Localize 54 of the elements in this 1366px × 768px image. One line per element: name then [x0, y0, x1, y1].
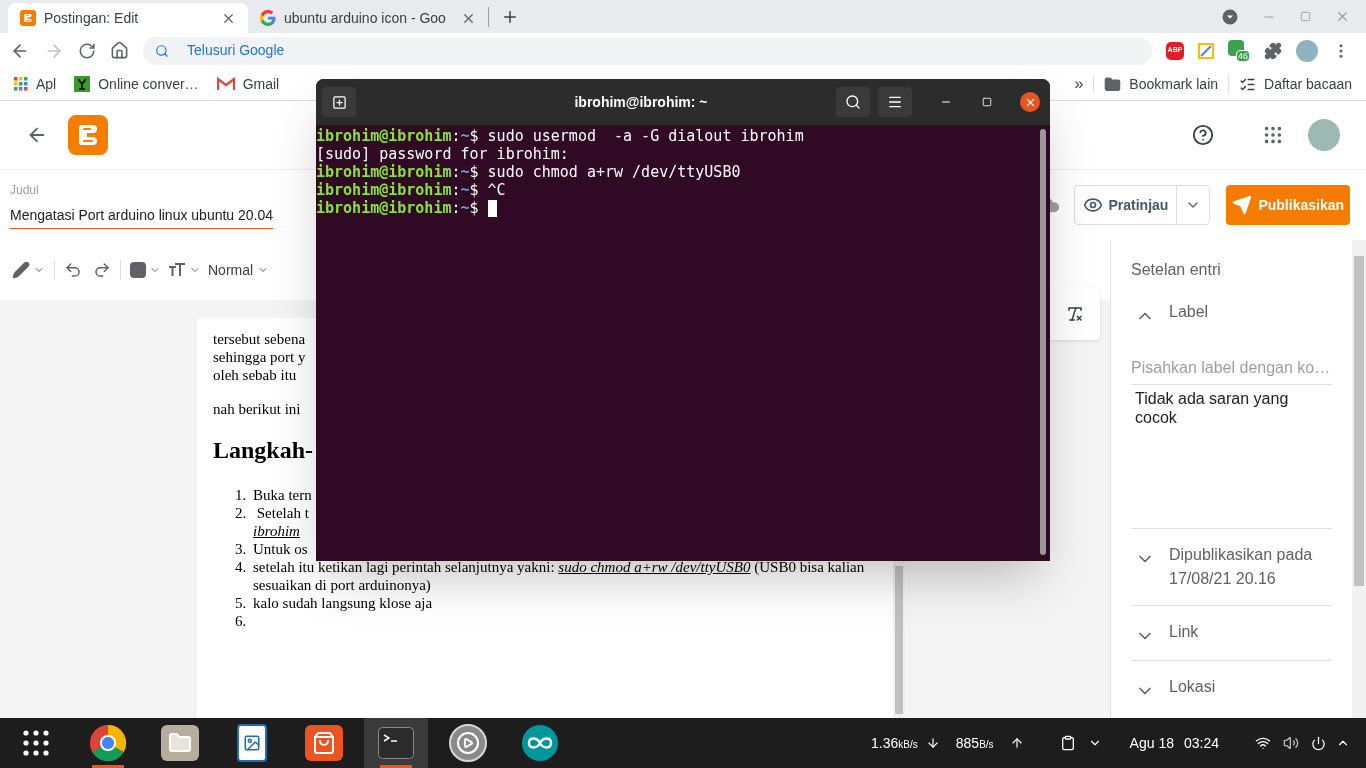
section-title: Dipublikasikan pada — [1169, 545, 1313, 565]
terminal-line: ibrohim@ibrohim:~$ sudo chmod a+rw /dev/ttyUSB0 — [316, 163, 741, 181]
bookmark-item[interactable]: Gmail — [216, 73, 280, 95]
step-text: Buka tern — [253, 486, 312, 504]
step-text: Untuk os — [253, 540, 308, 558]
paragraph-text: nah berikut ini — [213, 400, 301, 418]
address-input[interactable]: Telusuri Google — [187, 40, 1140, 61]
download-speed: 1.36kB/s — [871, 733, 918, 753]
step-number: 3. — [235, 540, 248, 558]
paragraph-text: oleh sebab itu — [213, 366, 297, 384]
section-title: Label — [1169, 302, 1209, 322]
clock-time[interactable]: 03:24 — [1183, 732, 1219, 754]
tab-title: ubuntu arduino icon - Goo — [284, 8, 447, 28]
browser-tab[interactable]: Postingan: Edit — [8, 3, 248, 33]
step-link[interactable]: ibrohim — [253, 523, 300, 539]
step-text: setelah itu ketikan lagi perintah selanjutnya yakni: sudo chmod a+rw /dev/ttyUSB0 (USB0 bisa kalian sesuaikan di port arduinonya) — [253, 558, 866, 594]
no-suggestions-message: Tidak ada saran yang cocok — [1134, 389, 1290, 427]
section-detail: 17/08/21 20.16 — [1169, 569, 1277, 589]
section-title: Link — [1169, 622, 1199, 642]
paragraph-style-dropdown[interactable]: Normal — [208, 259, 270, 281]
paragraph-text: tersebut sebena — [213, 330, 306, 348]
bookmark-item[interactable]: Online conver… — [74, 73, 199, 95]
section-heading: Langkah- — [213, 436, 314, 464]
bookmarks-overflow[interactable]: » — [1074, 72, 1084, 96]
sidebar-title: Setelan entri — [1131, 260, 1222, 280]
paragraph-text: sehingga port y — [213, 348, 306, 366]
label-input[interactable]: Pisahkan label dengan ko… — [1131, 356, 1332, 385]
settings-section-header[interactable]: Lokasi — [1131, 661, 1332, 715]
settings-section-header[interactable]: Dipublikasikan pada 17/08/21 20.16 — [1131, 529, 1332, 605]
upload-speed: 885B/s — [955, 733, 994, 753]
terminal-line: ibrohim@ibrohim:~$ sudo usermod -a -G dialout ibrohim — [316, 127, 804, 145]
tab-title: Postingan: Edit — [44, 8, 140, 28]
step-number: 4. — [235, 558, 248, 577]
step-text: Setelah t ibrohim — [253, 504, 309, 540]
reading-list[interactable]: Daftar bacaan — [1239, 73, 1352, 95]
bookmark-item[interactable]: Apl — [14, 73, 57, 95]
clock-date[interactable]: Agu 18 — [1129, 732, 1174, 754]
address-bar[interactable]: Telusuri Google — [143, 36, 1152, 65]
browser-tab[interactable]: ubuntu arduino icon - Goo — [248, 3, 488, 33]
title-field[interactable]: Mengatasi Port arduino linux ubuntu 20.04 — [10, 205, 274, 229]
step-number: 1. — [235, 486, 248, 504]
settings-section-header[interactable]: Label — [1131, 294, 1332, 332]
settings-section-header[interactable]: Link — [1131, 606, 1332, 660]
step-number: 6. — [235, 612, 248, 630]
terminal-line: ibrohim@ibrohim:~$ — [316, 199, 497, 217]
bookmark-folder[interactable]: Bookmark lain — [1104, 73, 1219, 95]
section-title: Lokasi — [1169, 677, 1216, 697]
step-number: 2. — [235, 504, 248, 523]
step-text: kalo sudah langsung klose aja — [253, 594, 433, 612]
window-title: ibrohim@ibrohim: ~ — [573, 92, 709, 112]
step-link[interactable]: sudo chmod a+rw /dev/ttyUSB0 — [558, 559, 751, 575]
terminal-line: [sudo] password for ibrohim: — [316, 145, 569, 163]
step-number: 5. — [235, 594, 248, 612]
terminal-line: ibrohim@ibrohim:~$ ^C — [316, 181, 506, 199]
